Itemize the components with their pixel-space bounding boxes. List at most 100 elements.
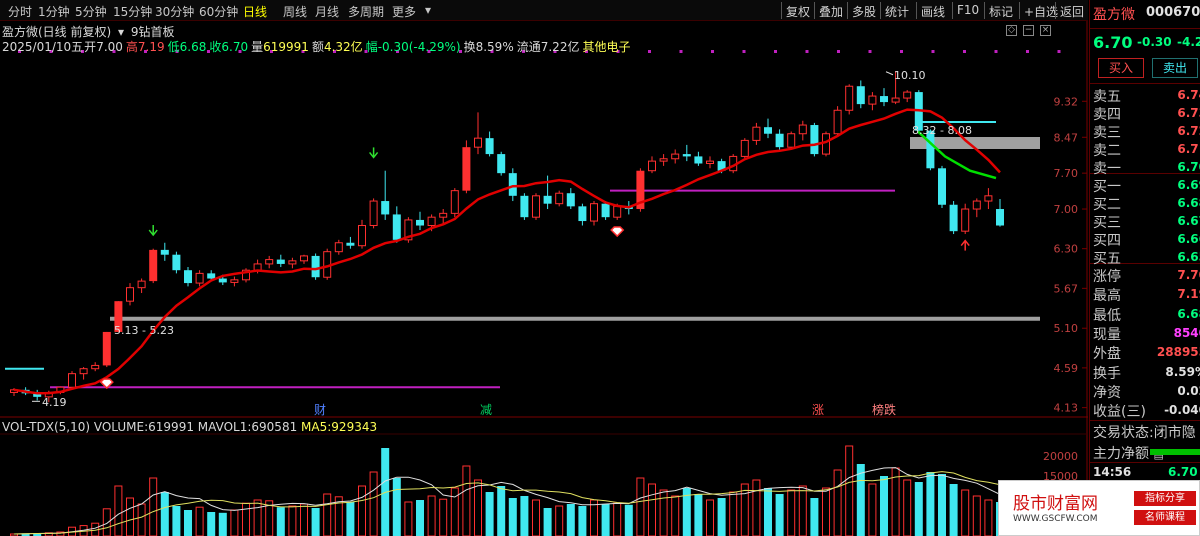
sell-button[interactable]: 卖出 — [1152, 58, 1198, 78]
candle[interactable] — [984, 188, 993, 210]
settings-icon[interactable]: ◇ — [1006, 25, 1017, 36]
more-dropdown-icon[interactable]: ▾ — [425, 3, 431, 17]
minimize-icon[interactable]: − — [1023, 25, 1034, 36]
close-icon[interactable]: × — [1040, 25, 1051, 36]
toolbar-button-7[interactable]: +自选 — [1024, 3, 1058, 20]
period-tab-7[interactable]: 周线 — [283, 3, 307, 20]
candle[interactable] — [126, 283, 134, 306]
candle[interactable] — [450, 188, 459, 218]
dropdown-icon[interactable]: ▾ — [118, 25, 124, 39]
candle[interactable] — [381, 170, 390, 220]
candle[interactable] — [694, 151, 703, 166]
candle[interactable] — [497, 151, 506, 176]
candle[interactable] — [532, 193, 540, 220]
ad-button-course[interactable]: 名师课程 — [1134, 510, 1196, 525]
candle[interactable] — [740, 138, 749, 159]
candle[interactable] — [392, 206, 401, 243]
period-tab-4[interactable]: 30分钟 — [155, 3, 194, 20]
candle[interactable] — [868, 92, 877, 111]
candle[interactable] — [508, 168, 517, 202]
period-tab-5[interactable]: 60分钟 — [199, 3, 238, 20]
candle[interactable] — [230, 276, 239, 287]
candle[interactable] — [822, 131, 830, 157]
buy-button[interactable]: 买入 — [1098, 58, 1144, 78]
candle[interactable] — [752, 122, 761, 145]
candle[interactable] — [961, 203, 970, 235]
period-tab-3[interactable]: 15分钟 — [113, 3, 152, 20]
kline-chart[interactable]: 9.32 8.47 7.70 7.00 6.30 5.67 5.10 4.59 4.13 2000… — [0, 0, 1089, 536]
candle[interactable] — [184, 267, 192, 287]
candle[interactable] — [474, 112, 482, 155]
candle[interactable] — [160, 242, 169, 261]
candle[interactable] — [578, 203, 587, 226]
candle[interactable] — [682, 144, 691, 162]
toolbar-button-0[interactable]: 复权 — [786, 3, 810, 20]
period-tab-6[interactable]: 日线 — [243, 3, 267, 20]
candle[interactable] — [833, 106, 842, 136]
candle[interactable] — [555, 190, 564, 207]
event-marker[interactable]: 财 — [314, 403, 326, 417]
candle[interactable] — [79, 367, 88, 380]
candle[interactable] — [996, 198, 1004, 227]
candle[interactable] — [787, 131, 796, 150]
candle[interactable] — [671, 149, 680, 164]
candle[interactable] — [416, 211, 424, 231]
candle[interactable] — [856, 80, 865, 109]
candle[interactable] — [903, 90, 912, 103]
candle[interactable] — [972, 198, 981, 218]
candle[interactable] — [566, 188, 575, 210]
candle[interactable] — [520, 193, 529, 220]
period-tab-2[interactable]: 5分钟 — [75, 3, 107, 20]
candle[interactable] — [137, 278, 146, 294]
candle[interactable] — [358, 219, 366, 249]
candle[interactable] — [706, 156, 714, 169]
candle[interactable] — [300, 254, 308, 264]
toolbar-button-1[interactable]: 叠加 — [819, 3, 843, 20]
period-tab-0[interactable]: 分时 — [8, 3, 32, 20]
candle[interactable] — [195, 270, 204, 287]
indicator-name[interactable]: 9钻首板 — [131, 25, 175, 39]
candle[interactable] — [68, 371, 76, 389]
candle[interactable] — [265, 255, 274, 269]
candle[interactable] — [462, 140, 471, 194]
event-marker[interactable]: 榜跌 — [872, 402, 896, 417]
period-tab-10[interactable]: 更多 — [392, 3, 416, 20]
period-tab-9[interactable]: 多周期 — [348, 3, 384, 20]
candle[interactable] — [33, 389, 42, 401]
period-tab-8[interactable]: 月线 — [315, 3, 339, 20]
toolbar-button-6[interactable]: 标记 — [989, 3, 1013, 20]
candle[interactable] — [276, 254, 285, 268]
candle[interactable] — [288, 257, 297, 269]
volume-indicator-name[interactable]: VOL-TDX(5,10) — [2, 420, 90, 434]
candle[interactable] — [346, 236, 355, 249]
candle[interactable] — [334, 239, 343, 255]
candle[interactable] — [810, 122, 819, 157]
candle[interactable] — [91, 362, 100, 372]
candle[interactable] — [369, 198, 378, 229]
candle[interactable] — [659, 154, 668, 166]
candle[interactable] — [938, 165, 946, 208]
candle[interactable] — [102, 331, 111, 368]
candle[interactable] — [798, 120, 807, 141]
ad-button-indicator[interactable]: 指标分享 — [1134, 491, 1196, 506]
toolbar-button-2[interactable]: 多股 — [852, 3, 876, 20]
event-marker[interactable]: 涨 — [812, 402, 824, 417]
candle[interactable] — [242, 268, 250, 283]
event-marker[interactable]: 减 — [480, 403, 492, 417]
candle[interactable] — [149, 248, 158, 284]
candle[interactable] — [764, 118, 772, 139]
candle[interactable] — [845, 84, 854, 115]
candle[interactable] — [775, 129, 784, 150]
candle[interactable] — [485, 131, 494, 157]
candle[interactable] — [648, 156, 656, 174]
candle[interactable] — [636, 168, 645, 212]
candle[interactable] — [590, 201, 598, 226]
toolbar-button-3[interactable]: 统计 — [885, 3, 909, 20]
period-tab-1[interactable]: 1分钟 — [38, 3, 70, 20]
toolbar-button-5[interactable]: F10 — [957, 3, 979, 17]
candle[interactable] — [949, 201, 958, 235]
candle[interactable] — [172, 251, 181, 274]
candle[interactable] — [880, 88, 888, 107]
toolbar-button-4[interactable]: 画线 — [921, 3, 945, 20]
ad-banner[interactable]: 股市财富网 WWW.GSCFW.COM 指标分享 名师课程 — [998, 480, 1200, 536]
